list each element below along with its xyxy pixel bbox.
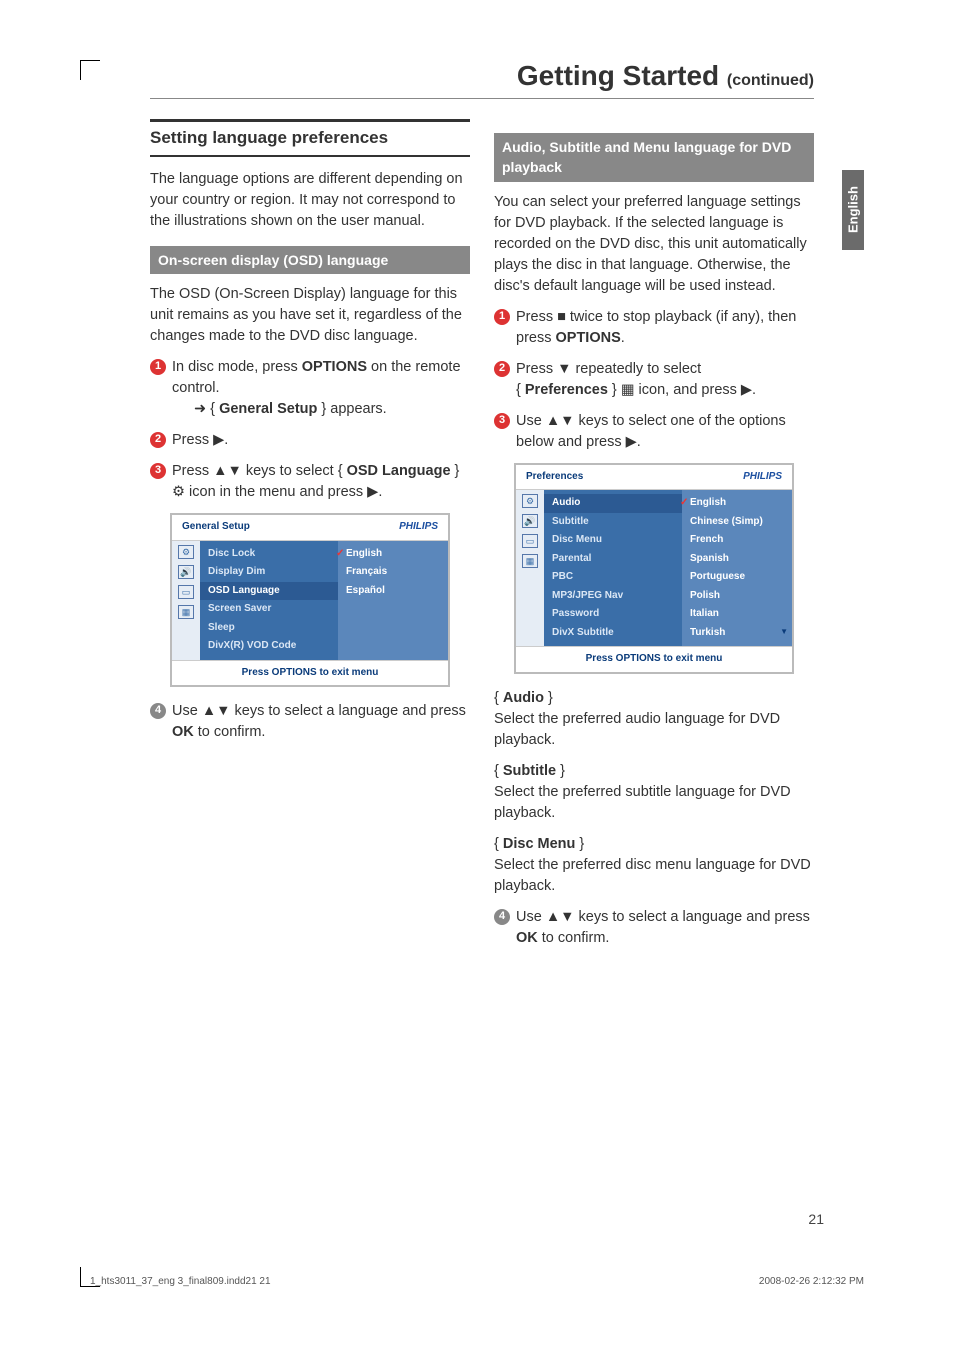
osd-screenshot-general-setup: General Setup PHILIPS ⚙ 🔊 ▭ ▦ Disc LockD… (170, 513, 450, 687)
discmenu-option: { Disc Menu }Select the preferred disc m… (494, 834, 814, 897)
osd-menu-item: Sleep (200, 619, 338, 638)
screen-icon: ▭ (178, 585, 194, 599)
osd-menu-item: DivX Subtitle (544, 624, 682, 643)
grid-icon: ▦ (522, 554, 538, 568)
step-badge-2: 2 (150, 432, 166, 448)
osd-footer: Press OPTIONS to exit menu (172, 660, 448, 686)
grid-icon: ▦ (178, 605, 194, 619)
step-badge-4: 4 (494, 909, 510, 925)
osd-sub-item: Polish (682, 587, 792, 606)
arrow-icon: ➜ (194, 401, 206, 417)
osd-menu-item: OSD Language (200, 582, 338, 601)
osd-menu-item: MP3/JPEG Nav (544, 587, 682, 606)
step-badge-1: 1 (494, 309, 510, 325)
osd-menu-item: Audio (544, 494, 682, 513)
step-badge-3: 3 (494, 413, 510, 429)
osd-screenshot-preferences: Preferences PHILIPS ⚙ 🔊 ▭ ▦ AudioSubtitl… (514, 463, 794, 674)
osd-sub-item: Español (338, 582, 448, 601)
step-badge-3: 3 (150, 463, 166, 479)
osd-menu-item: Password (544, 605, 682, 624)
osd-title: General Setup (182, 520, 250, 535)
osd-menu-item: Subtitle (544, 513, 682, 532)
doc-meta-right: 2008-02-26 2:12:32 PM (759, 1276, 864, 1287)
step-2-text: Press ▶. (172, 430, 470, 451)
osd-icon-strip: ⚙ 🔊 ▭ ▦ (172, 541, 200, 660)
grid-icon: ▦ (621, 382, 635, 398)
speaker-icon: 🔊 (178, 565, 194, 579)
philips-logo: PHILIPS (399, 520, 438, 535)
page-title-continued: (continued) (727, 72, 814, 89)
intro-paragraph: The language options are different depen… (150, 169, 470, 232)
osd-menu-item: Disc Lock (200, 545, 338, 564)
settings-icon: ⚙ (172, 484, 185, 500)
step-3-text: Press ▲▼ keys to select { OSD Language }… (172, 461, 470, 503)
osd-footer: Press OPTIONS to exit menu (516, 646, 792, 672)
philips-logo: PHILIPS (743, 470, 782, 485)
speaker-icon: 🔊 (522, 514, 538, 528)
dvd-lang-intro: You can select your preferred language s… (494, 192, 814, 297)
audio-option: { Audio }Select the preferred audio lang… (494, 688, 814, 751)
osd-menu-item: Disc Menu (544, 531, 682, 550)
osd-menu-item: DivX(R) VOD Code (200, 637, 338, 656)
osd-icon-strip: ⚙ 🔊 ▭ ▦ (516, 490, 544, 646)
osd-menu-item: Screen Saver (200, 600, 338, 619)
r-step-4-text: Use ▲▼ keys to select a language and pre… (516, 907, 814, 949)
osd-subheading: On-screen display (OSD) language (150, 246, 470, 274)
r-step-2-text: Press ▼ repeatedly to select { Preferenc… (516, 359, 814, 401)
osd-title: Preferences (526, 470, 583, 485)
osd-sub-item: Portuguese (682, 568, 792, 587)
step-4-text: Use ▲▼ keys to select a language and pre… (172, 701, 470, 743)
r-step-1-text: Press ■ twice to stop playback (if any),… (516, 307, 814, 349)
step-badge-4: 4 (150, 703, 166, 719)
page-title: Getting Started (continued) (150, 60, 814, 99)
gear-icon: ⚙ (522, 494, 538, 508)
language-tab: English (842, 170, 864, 250)
subtitle-option: { Subtitle }Select the preferred subtitl… (494, 761, 814, 824)
osd-sub-item: Français (338, 563, 448, 582)
doc-meta-left: 1_hts3011_37_eng 3_final809.indd21 21 (90, 1276, 271, 1287)
r-step-3-text: Use ▲▼ keys to select one of the options… (516, 411, 814, 453)
osd-menu-item: Parental (544, 550, 682, 569)
step-badge-2: 2 (494, 361, 510, 377)
osd-sub-item: English (682, 494, 792, 513)
gear-icon: ⚙ (178, 545, 194, 559)
step-badge-1: 1 (150, 359, 166, 375)
step-1-text: In disc mode, press OPTIONS on the remot… (172, 357, 470, 420)
page-number: 21 (808, 1211, 824, 1227)
screen-icon: ▭ (522, 534, 538, 548)
osd-menu-item: PBC (544, 568, 682, 587)
page-title-text: Getting Started (517, 60, 719, 91)
osd-sub-item: Chinese (Simp) (682, 513, 792, 532)
osd-sub-item: English (338, 545, 448, 564)
osd-sub-item: Italian (682, 605, 792, 624)
osd-intro: The OSD (On-Screen Display) language for… (150, 284, 470, 347)
dvd-lang-subheading: Audio, Subtitle and Menu language for DV… (494, 133, 814, 182)
osd-sub-item: Spanish (682, 550, 792, 569)
osd-menu-item: Display Dim (200, 563, 338, 582)
osd-sub-item: French (682, 531, 792, 550)
section-heading: Setting language preferences (150, 119, 470, 157)
osd-sub-item: Turkish▼ (682, 624, 792, 643)
